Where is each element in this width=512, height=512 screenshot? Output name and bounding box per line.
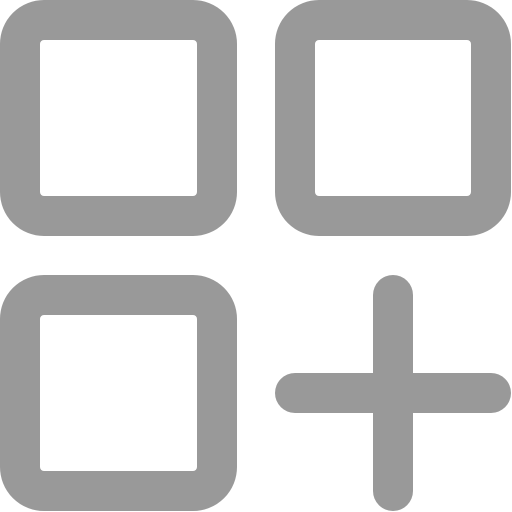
- add-widget-icon-graphic: [0, 0, 511, 511]
- add-widget-icon[interactable]: [0, 0, 512, 512]
- grid-square-bottom-left-icon: [0, 275, 237, 511]
- grid-square-top-left-icon: [0, 0, 237, 236]
- grid-square-top-right-icon: [275, 0, 511, 236]
- plus-icon: [275, 275, 511, 511]
